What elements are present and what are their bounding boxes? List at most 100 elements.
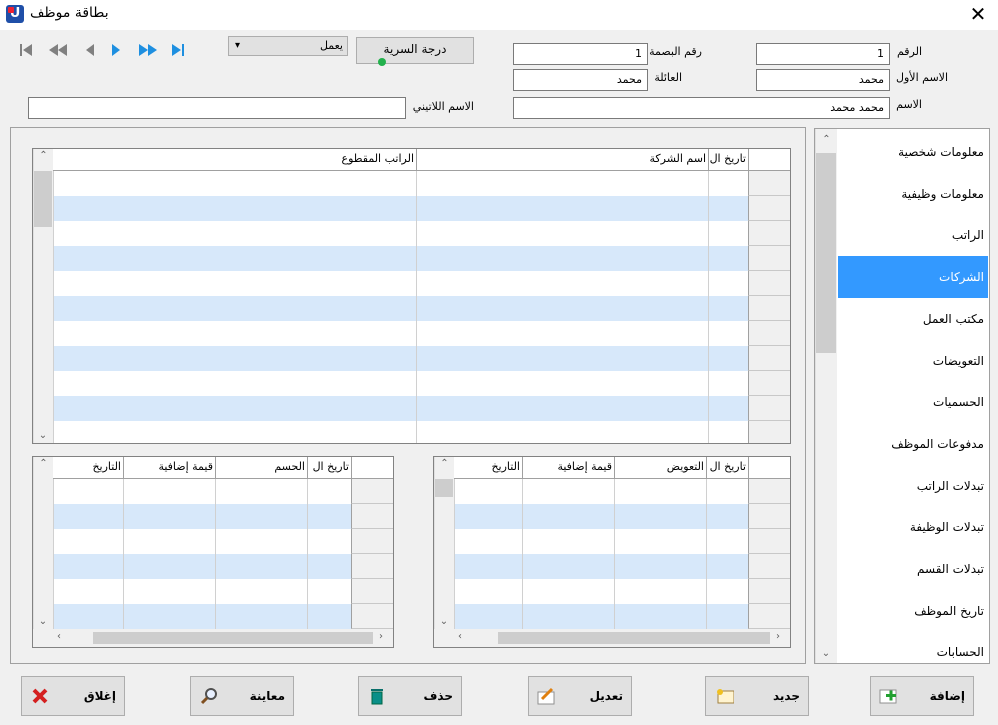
table-row[interactable] xyxy=(454,529,790,554)
row-header[interactable] xyxy=(748,604,790,629)
first-name-field[interactable]: محمد xyxy=(756,69,890,91)
table-row[interactable] xyxy=(53,371,790,396)
column-header[interactable]: التعويض xyxy=(614,457,706,478)
table-row[interactable] xyxy=(53,296,790,321)
sidebar-item[interactable]: معلومات وظيفية xyxy=(838,173,988,215)
row-header[interactable] xyxy=(351,479,393,504)
horizontal-scrollbar[interactable]: ‹ › xyxy=(434,629,790,647)
preview-button[interactable]: معاينة xyxy=(190,676,294,716)
sidebar-item[interactable]: تبدلات الراتب xyxy=(838,465,988,507)
sidebar-item[interactable]: التعويضات xyxy=(838,340,988,382)
table-row[interactable] xyxy=(53,171,790,196)
sidebar-item[interactable]: تبدلات الوظيفة xyxy=(838,506,988,548)
row-header[interactable] xyxy=(748,479,790,504)
vertical-scrollbar[interactable]: ⌃ ⌄ xyxy=(434,457,454,629)
number-field[interactable]: 1 xyxy=(756,43,890,65)
family-field[interactable]: محمد xyxy=(513,69,648,91)
row-header[interactable] xyxy=(351,579,393,604)
scroll-thumb[interactable] xyxy=(816,153,836,353)
vertical-scrollbar[interactable]: ⌃ ⌄ xyxy=(33,149,53,443)
chevron-down-icon[interactable]: ⌄ xyxy=(435,615,453,629)
column-header[interactable]: تاريخ ال xyxy=(706,457,748,478)
chevron-up-icon[interactable]: ⌃ xyxy=(435,457,454,471)
column-header[interactable]: التاريخ xyxy=(454,457,522,478)
new-button[interactable]: جديد xyxy=(705,676,809,716)
row-header[interactable] xyxy=(351,529,393,554)
row-header[interactable] xyxy=(748,221,790,246)
vertical-scrollbar[interactable]: ⌃ ⌄ xyxy=(33,457,53,629)
column-header[interactable]: الحسم xyxy=(215,457,307,478)
row-header[interactable] xyxy=(748,246,790,271)
chevron-right-icon[interactable]: › xyxy=(379,630,383,644)
chevron-up-icon[interactable]: ⌃ xyxy=(816,133,837,147)
row-header[interactable] xyxy=(748,321,790,346)
secrecy-button[interactable]: درجة السرية xyxy=(356,37,474,66)
horizontal-scrollbar[interactable]: ‹ › xyxy=(33,629,393,647)
row-header[interactable] xyxy=(748,504,790,529)
sidebar-item[interactable]: الراتب xyxy=(838,214,988,256)
chevron-left-icon[interactable]: ‹ xyxy=(458,630,462,644)
chevron-down-icon[interactable]: ⌄ xyxy=(34,615,52,629)
sidebar-item[interactable]: مكتب العمل xyxy=(838,298,988,340)
sidebar-item[interactable]: معلومات شخصية xyxy=(838,131,988,173)
column-header[interactable]: التاريخ xyxy=(53,457,123,478)
column-header[interactable]: تاريخ ال xyxy=(708,149,748,170)
row-header[interactable] xyxy=(748,171,790,196)
prev-page-icon[interactable] xyxy=(46,40,70,60)
close-window-button[interactable]: ✕ xyxy=(960,0,996,28)
chevron-down-icon[interactable]: ⌄ xyxy=(34,429,52,443)
sidebar-item[interactable]: تبدلات القسم xyxy=(838,548,988,590)
delete-button[interactable]: حذف xyxy=(358,676,462,716)
row-header[interactable] xyxy=(748,371,790,396)
chevron-up-icon[interactable]: ⌃ xyxy=(34,457,53,471)
row-header[interactable] xyxy=(351,604,393,629)
table-row[interactable] xyxy=(454,554,790,579)
close-button[interactable]: إغلاق xyxy=(21,676,125,716)
scroll-thumb[interactable] xyxy=(34,171,52,227)
table-row[interactable] xyxy=(454,604,790,629)
table-row[interactable] xyxy=(53,554,393,579)
scroll-thumb[interactable] xyxy=(435,479,453,497)
table-row[interactable] xyxy=(454,479,790,504)
row-header[interactable] xyxy=(351,504,393,529)
row-header[interactable] xyxy=(748,554,790,579)
row-header[interactable] xyxy=(748,196,790,221)
last-record-icon[interactable] xyxy=(168,40,188,60)
sidebar-item[interactable]: الحسابات xyxy=(838,631,988,673)
chevron-left-icon[interactable]: ‹ xyxy=(57,630,61,644)
next-record-icon[interactable] xyxy=(106,40,126,60)
fingerprint-field[interactable]: 1 xyxy=(513,43,648,65)
column-header[interactable]: الراتب المقطوع xyxy=(53,149,416,170)
sidebar-item[interactable]: مدفوعات الموظف xyxy=(838,423,988,465)
name-field[interactable]: محمد محمد xyxy=(513,97,890,119)
prev-record-icon[interactable] xyxy=(80,40,100,60)
add-button[interactable]: إضافة xyxy=(870,676,974,716)
chevron-up-icon[interactable]: ⌃ xyxy=(34,149,53,163)
row-header[interactable] xyxy=(351,554,393,579)
column-header[interactable]: قيمة إضافية xyxy=(522,457,614,478)
table-row[interactable] xyxy=(53,504,393,529)
sidebar-item[interactable]: الحسميات xyxy=(838,381,988,423)
table-row[interactable] xyxy=(53,346,790,371)
row-header[interactable] xyxy=(748,579,790,604)
scroll-thumb[interactable] xyxy=(93,632,373,644)
chevron-down-icon[interactable]: ⌄ xyxy=(816,647,836,661)
next-page-icon[interactable] xyxy=(136,40,160,60)
table-row[interactable] xyxy=(53,604,393,629)
sidebar-item[interactable]: تاريخ الموظف xyxy=(838,590,988,632)
edit-button[interactable]: تعديل xyxy=(528,676,632,716)
row-header[interactable] xyxy=(748,421,790,443)
column-header[interactable]: تاريخ ال xyxy=(307,457,351,478)
table-row[interactable] xyxy=(53,479,393,504)
status-select[interactable]: ▾ يعمل xyxy=(228,36,348,56)
table-row[interactable] xyxy=(53,579,393,604)
row-header[interactable] xyxy=(748,296,790,321)
table-row[interactable] xyxy=(454,504,790,529)
first-record-icon[interactable] xyxy=(16,40,36,60)
table-row[interactable] xyxy=(53,529,393,554)
table-row[interactable] xyxy=(53,421,790,443)
column-header[interactable]: قيمة إضافية xyxy=(123,457,215,478)
table-row[interactable] xyxy=(53,246,790,271)
table-row[interactable] xyxy=(53,396,790,421)
sidebar-item[interactable]: الشركات xyxy=(838,256,988,299)
